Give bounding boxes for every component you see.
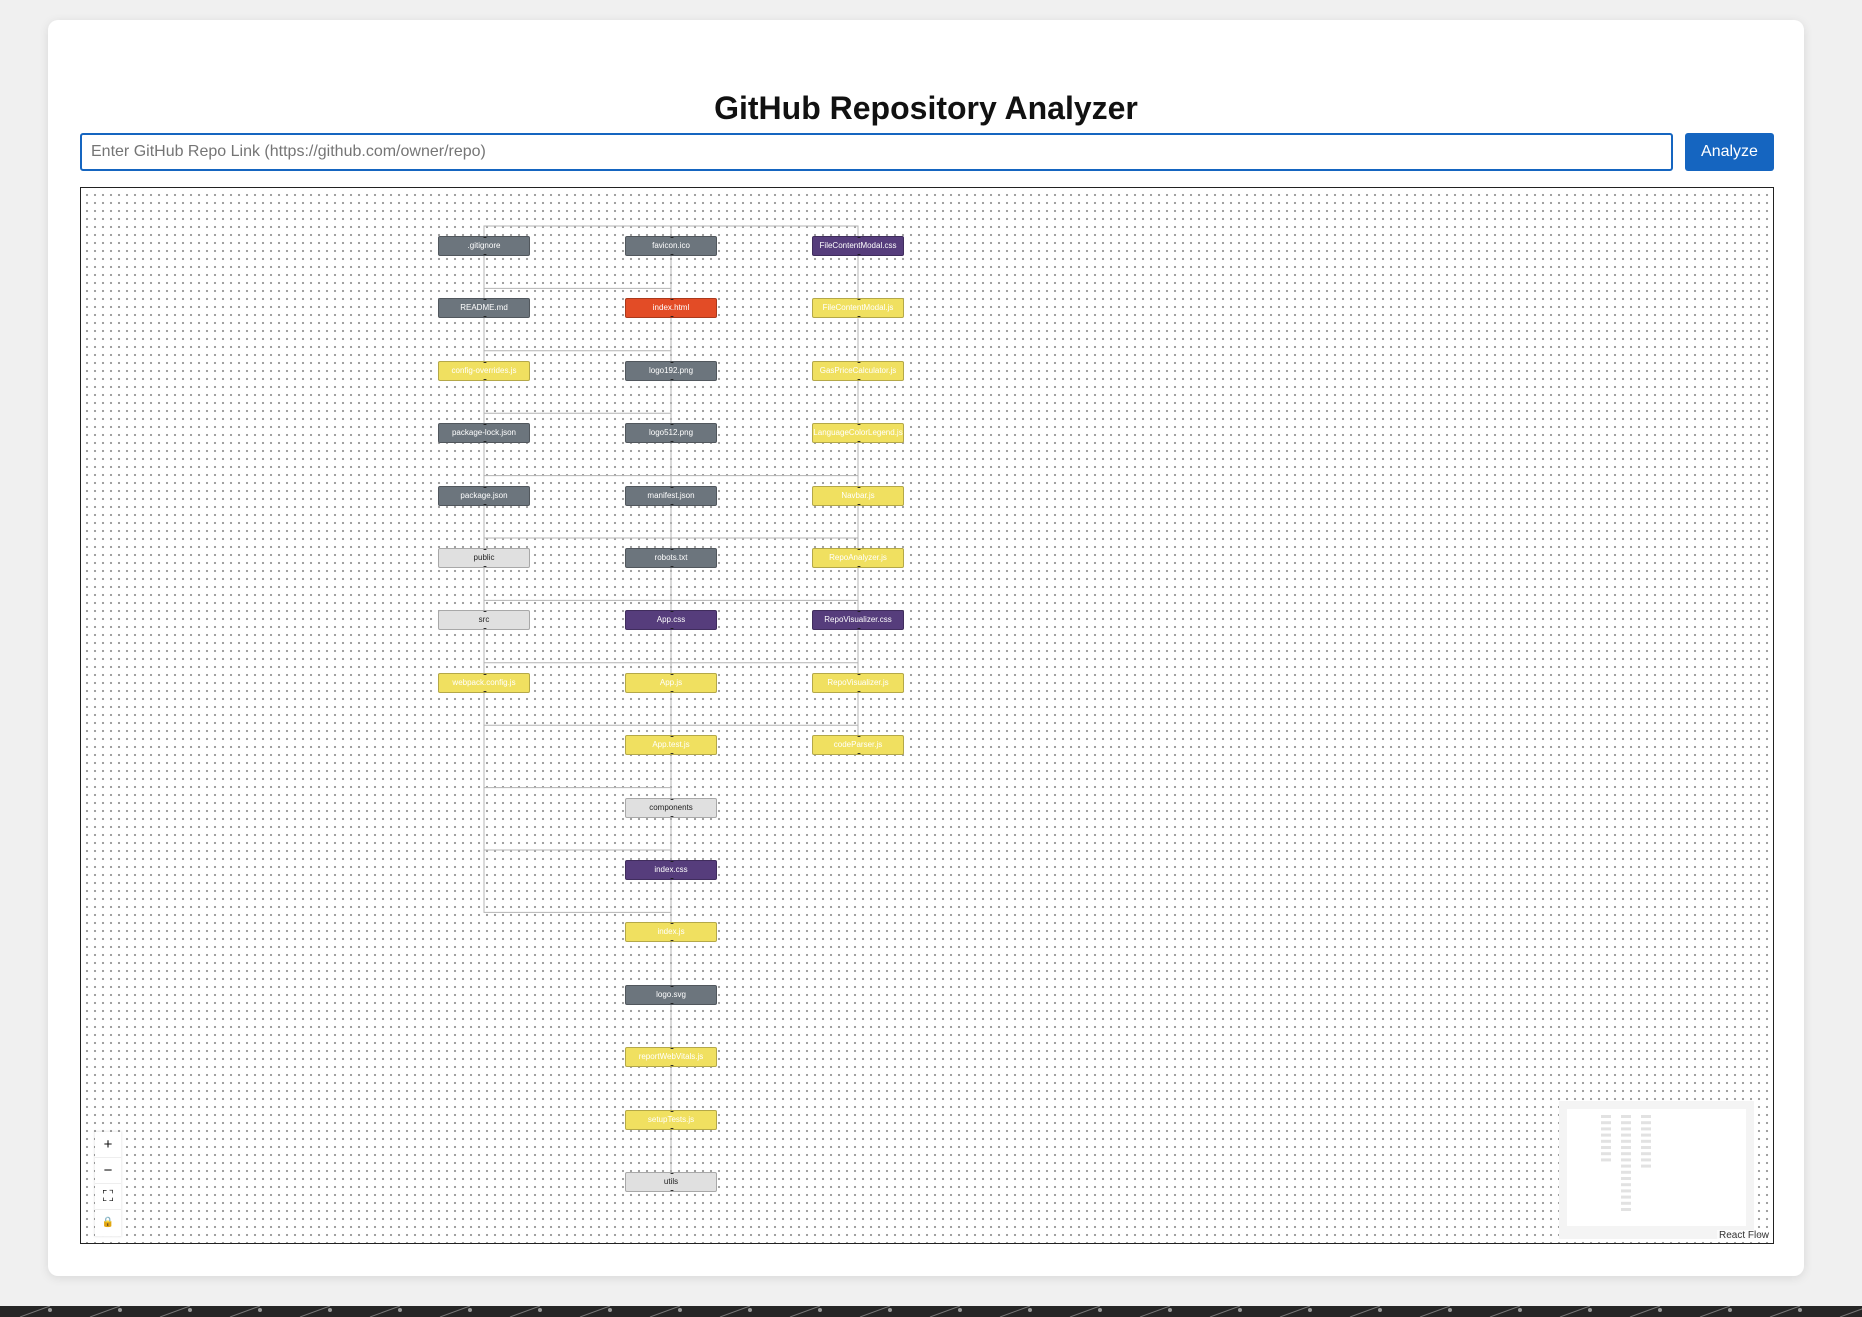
minimap-nodes <box>1601 1115 1651 1211</box>
file-node[interactable]: robots.txt <box>625 548 717 568</box>
file-node[interactable]: logo512.png <box>625 423 717 444</box>
background-pattern-strip <box>0 1306 1862 1317</box>
minimap-node <box>1621 1158 1631 1162</box>
minimap-node <box>1601 1115 1611 1118</box>
lock-icon[interactable]: 🔒 <box>95 1210 121 1236</box>
graph-edge <box>483 350 672 568</box>
file-node[interactable]: components <box>625 797 717 818</box>
graph-edge <box>670 475 859 818</box>
minimap-node <box>1621 1146 1631 1149</box>
file-node[interactable]: package-lock.json <box>438 423 530 444</box>
fit-view-icon[interactable]: ⛶ <box>95 1184 121 1210</box>
minimap-node <box>1621 1208 1631 1211</box>
file-node[interactable]: logo.svg <box>625 984 717 1005</box>
minimap-node <box>1621 1139 1631 1143</box>
graph-edge <box>483 630 672 673</box>
file-node[interactable]: App.test.js <box>625 735 717 756</box>
file-node[interactable]: index.js <box>625 922 717 943</box>
minimap-node <box>1601 1133 1611 1137</box>
minimap-node <box>1601 1127 1611 1131</box>
file-node[interactable]: README.md <box>438 298 530 319</box>
repo-url-input[interactable] <box>80 133 1673 171</box>
file-node[interactable]: .gitignore <box>438 236 530 256</box>
file-node[interactable]: utils <box>625 1172 717 1192</box>
file-node[interactable]: App.js <box>625 672 717 693</box>
minimap-node <box>1641 1121 1651 1125</box>
file-node[interactable]: package.json <box>438 485 530 506</box>
file-node[interactable]: manifest.json <box>625 485 717 506</box>
minimap-node <box>1621 1121 1631 1125</box>
graph-edge <box>670 599 859 818</box>
file-node[interactable]: index.html <box>625 298 717 319</box>
file-node[interactable]: reportWebVitals.js <box>625 1047 717 1068</box>
minimap-node <box>1621 1133 1631 1137</box>
minimap-node <box>1601 1152 1611 1156</box>
file-node[interactable]: src <box>438 610 530 631</box>
minimap-node <box>1601 1158 1611 1162</box>
file-node[interactable]: Navbar.js <box>812 485 904 506</box>
zoom-in-icon[interactable]: + <box>95 1132 121 1158</box>
minimap-node <box>1641 1139 1651 1143</box>
minimap-node <box>1621 1152 1631 1156</box>
minimap-node <box>1641 1158 1651 1162</box>
file-node[interactable]: App.css <box>625 610 717 631</box>
file-node[interactable]: setupTests.js <box>625 1109 717 1130</box>
file-node[interactable]: webpack.config.js <box>438 672 530 693</box>
file-node[interactable]: RepoAnalyzer.js <box>812 548 904 568</box>
minimap-node <box>1641 1115 1651 1118</box>
minimap-node <box>1601 1121 1611 1125</box>
minimap-node <box>1621 1195 1631 1199</box>
minimap-node <box>1641 1164 1651 1168</box>
minimap-node <box>1601 1139 1611 1143</box>
minimap-node <box>1641 1152 1651 1156</box>
graph-edge <box>483 630 672 798</box>
minimap-node <box>1641 1133 1651 1137</box>
file-node[interactable]: GasPriceCalculator.js <box>812 360 904 381</box>
file-node[interactable]: config-overrides.js <box>438 360 530 381</box>
minimap-node <box>1621 1164 1631 1168</box>
minimap-node <box>1641 1146 1651 1149</box>
minimap-node <box>1621 1183 1631 1187</box>
file-node[interactable]: RepoVisualizer.js <box>812 672 904 693</box>
search-row: Analyze <box>80 133 1774 171</box>
minimap-node <box>1621 1127 1631 1131</box>
file-node[interactable]: FileContentModal.js <box>812 298 904 319</box>
file-node[interactable]: LanguageColorLegend.js <box>812 423 904 444</box>
zoom-out-icon[interactable]: − <box>95 1158 121 1184</box>
file-node[interactable]: logo192.png <box>625 360 717 381</box>
graph-edges <box>483 225 859 1192</box>
flow-controls: + − ⛶ 🔒 <box>95 1132 121 1236</box>
graph-edge <box>483 225 672 568</box>
minimap-node <box>1621 1201 1631 1205</box>
file-node[interactable]: favicon.ico <box>625 236 717 256</box>
react-flow-attribution[interactable]: React Flow <box>1716 1230 1771 1241</box>
minimap-node <box>1621 1115 1631 1118</box>
minimap-node <box>1621 1170 1631 1174</box>
minimap[interactable] <box>1559 1101 1754 1239</box>
minimap-node <box>1641 1127 1651 1131</box>
repo-graph-canvas[interactable]: .gitignore README.md config-overrides.js pa… <box>80 187 1774 1244</box>
analyze-button[interactable]: Analyze <box>1685 133 1774 171</box>
minimap-node <box>1601 1146 1611 1149</box>
analyzer-card: GitHub Repository Analyzer Analyze .giti… <box>48 20 1804 1276</box>
page-title: GitHub Repository Analyzer <box>714 90 1138 126</box>
file-node[interactable]: index.css <box>625 860 717 880</box>
file-node[interactable]: RepoVisualizer.css <box>812 610 904 631</box>
file-node[interactable]: codeParser.js <box>812 735 904 756</box>
file-node[interactable]: public <box>438 548 530 568</box>
minimap-node <box>1621 1189 1631 1193</box>
minimap-node <box>1621 1177 1631 1180</box>
file-node[interactable]: FileContentModal.css <box>812 236 904 256</box>
